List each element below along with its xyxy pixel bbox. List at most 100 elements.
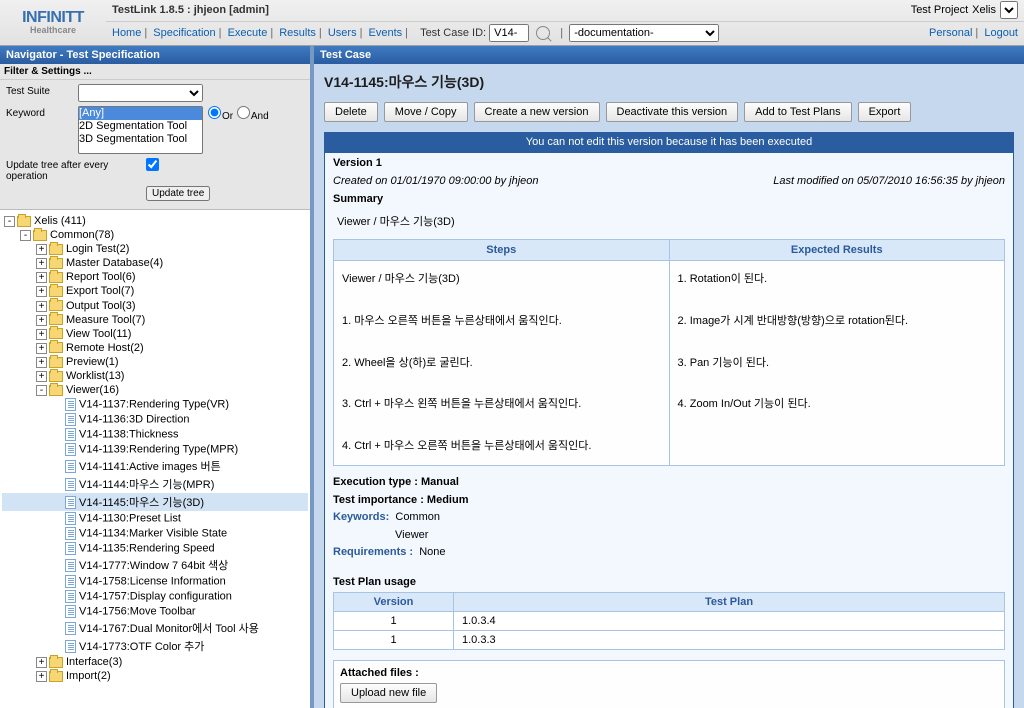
requirements-label: Requirements : xyxy=(333,546,413,558)
expand-icon[interactable]: + xyxy=(36,329,47,340)
folder-icon xyxy=(49,671,63,682)
collapse-icon[interactable]: - xyxy=(20,230,31,241)
create-version-button[interactable]: Create a new version xyxy=(474,102,600,122)
keyword-list[interactable]: [Any] 2D Segmentation Tool 3D Segmentati… xyxy=(78,106,203,154)
tree-node[interactable]: +Master Database(4) xyxy=(2,256,308,270)
move-copy-button[interactable]: Move / Copy xyxy=(384,102,468,122)
nav-personal[interactable]: Personal xyxy=(929,27,972,39)
tree-node[interactable]: +Worklist(13) xyxy=(2,369,308,383)
expand-icon[interactable]: + xyxy=(36,301,47,312)
tree-node[interactable]: V14-1139:Rendering Type(MPR) xyxy=(2,442,308,457)
search-icon[interactable] xyxy=(536,26,550,40)
update-tree-button[interactable]: Update tree xyxy=(146,186,210,201)
importance: Test importance : Medium xyxy=(333,494,468,506)
tree-node[interactable]: V14-1145:마우스 기능(3D) xyxy=(2,493,308,511)
nav-logout[interactable]: Logout xyxy=(984,27,1018,39)
tree-node[interactable]: V14-1135:Rendering Speed xyxy=(2,541,308,556)
tree-node[interactable]: V14-1137:Rendering Type(VR) xyxy=(2,397,308,412)
folder-icon xyxy=(49,258,63,269)
test-suite-label: Test Suite xyxy=(6,84,78,97)
collapse-icon[interactable]: - xyxy=(36,385,47,396)
plan-version-header: Version xyxy=(334,592,454,611)
add-to-testplans-button[interactable]: Add to Test Plans xyxy=(744,102,851,122)
folder-icon xyxy=(49,244,63,255)
tree-node[interactable]: +Preview(1) xyxy=(2,355,308,369)
tree-node[interactable]: V14-1138:Thickness xyxy=(2,427,308,442)
tree-node[interactable]: V14-1134:Marker Visible State xyxy=(2,526,308,541)
tree-node[interactable]: +Import(2) xyxy=(2,669,308,683)
tree-node[interactable]: V14-1136:3D Direction xyxy=(2,412,308,427)
file-icon xyxy=(65,640,76,653)
tree-node[interactable]: +Output Tool(3) xyxy=(2,299,308,313)
logo: INFINITT Healthcare xyxy=(0,0,106,45)
tree-node[interactable]: V14-1144:마우스 기능(MPR) xyxy=(2,475,308,493)
collapse-icon[interactable]: - xyxy=(4,216,15,227)
folder-icon xyxy=(49,328,63,339)
tree-node[interactable]: +Remote Host(2) xyxy=(2,341,308,355)
expand-icon[interactable]: + xyxy=(36,343,47,354)
tree-node[interactable]: +Report Tool(6) xyxy=(2,270,308,284)
folder-icon xyxy=(49,385,63,396)
tree-node[interactable]: -Viewer(16) xyxy=(2,383,308,397)
test-suite-select[interactable] xyxy=(78,84,203,102)
expand-icon[interactable]: + xyxy=(36,357,47,368)
export-button[interactable]: Export xyxy=(858,102,912,122)
tree-node[interactable]: V14-1773:OTF Color 추가 xyxy=(2,637,308,655)
nav-execute[interactable]: Execute xyxy=(228,27,268,39)
plan-row: 11.0.3.3 xyxy=(334,630,1005,649)
nav-users[interactable]: Users xyxy=(328,27,357,39)
expand-icon[interactable]: + xyxy=(36,272,47,283)
version-label: Version 1 xyxy=(325,153,1013,173)
expected-header: Expected Results xyxy=(669,240,1005,261)
tree-node[interactable]: +Login Test(2) xyxy=(2,242,308,256)
steps-header: Steps xyxy=(334,240,670,261)
folder-icon xyxy=(49,286,63,297)
nav-home[interactable]: Home xyxy=(112,27,141,39)
tree-node[interactable]: V14-1757:Display configuration xyxy=(2,589,308,604)
or-radio[interactable] xyxy=(208,106,221,119)
project-dropdown[interactable] xyxy=(1000,1,1018,19)
tree-node[interactable]: -Common(78) xyxy=(2,228,308,242)
folder-icon xyxy=(49,272,63,283)
tree-node[interactable]: +Interface(3) xyxy=(2,655,308,669)
folder-icon xyxy=(49,371,63,382)
tree-node[interactable]: +Measure Tool(7) xyxy=(2,313,308,327)
tree-node[interactable]: V14-1756:Move Toolbar xyxy=(2,604,308,619)
tree-node[interactable]: -Xelis (411) xyxy=(2,214,308,228)
filter-settings-title[interactable]: Filter & Settings ... xyxy=(0,64,310,80)
and-radio[interactable] xyxy=(237,106,250,119)
file-icon xyxy=(65,496,76,509)
nav-specification[interactable]: Specification xyxy=(153,27,215,39)
expand-icon[interactable]: + xyxy=(36,371,47,382)
doc-select[interactable]: -documentation- xyxy=(569,24,719,42)
deactivate-button[interactable]: Deactivate this version xyxy=(606,102,739,122)
tree-node[interactable]: V14-1130:Preset List xyxy=(2,511,308,526)
expand-icon[interactable]: + xyxy=(36,286,47,297)
tree-node[interactable]: V14-1758:License Information xyxy=(2,574,308,589)
tree-node[interactable]: V14-1141:Active images 버튼 xyxy=(2,457,308,475)
file-icon xyxy=(65,512,76,525)
nav-results[interactable]: Results xyxy=(279,27,316,39)
expand-icon[interactable]: + xyxy=(36,315,47,326)
upload-file-button[interactable]: Upload new file xyxy=(340,683,437,703)
expand-icon[interactable]: + xyxy=(36,258,47,269)
project-label: Test Project xyxy=(911,4,968,16)
notice-bar: You can not edit this version because it… xyxy=(324,132,1014,152)
tree-node[interactable]: V14-1767:Dual Monitor에서 Tool 사용 xyxy=(2,619,308,637)
tree-node[interactable]: +Export Tool(7) xyxy=(2,284,308,298)
expand-icon[interactable]: + xyxy=(36,657,47,668)
exec-type: Execution type : Manual xyxy=(333,476,459,488)
tcid-input[interactable] xyxy=(489,24,529,42)
tree-node[interactable]: V14-1777:Window 7 64bit 색상 xyxy=(2,556,308,574)
keyword-label: Keyword xyxy=(6,106,78,119)
expected-cell: 1. Rotation이 된다. 2. Image가 시계 반대방향(방향)으로… xyxy=(669,261,1005,466)
update-tree-checkbox[interactable] xyxy=(146,158,159,171)
nav-events[interactable]: Events xyxy=(369,27,403,39)
file-icon xyxy=(65,478,76,491)
tree-node[interactable]: +View Tool(11) xyxy=(2,327,308,341)
delete-button[interactable]: Delete xyxy=(324,102,378,122)
expand-icon[interactable]: + xyxy=(36,244,47,255)
tree[interactable]: -Xelis (411)-Common(78)+Login Test(2)+Ma… xyxy=(0,210,310,708)
app-title: TestLink 1.8.5 : jhjeon [admin] xyxy=(112,4,269,16)
expand-icon[interactable]: + xyxy=(36,671,47,682)
